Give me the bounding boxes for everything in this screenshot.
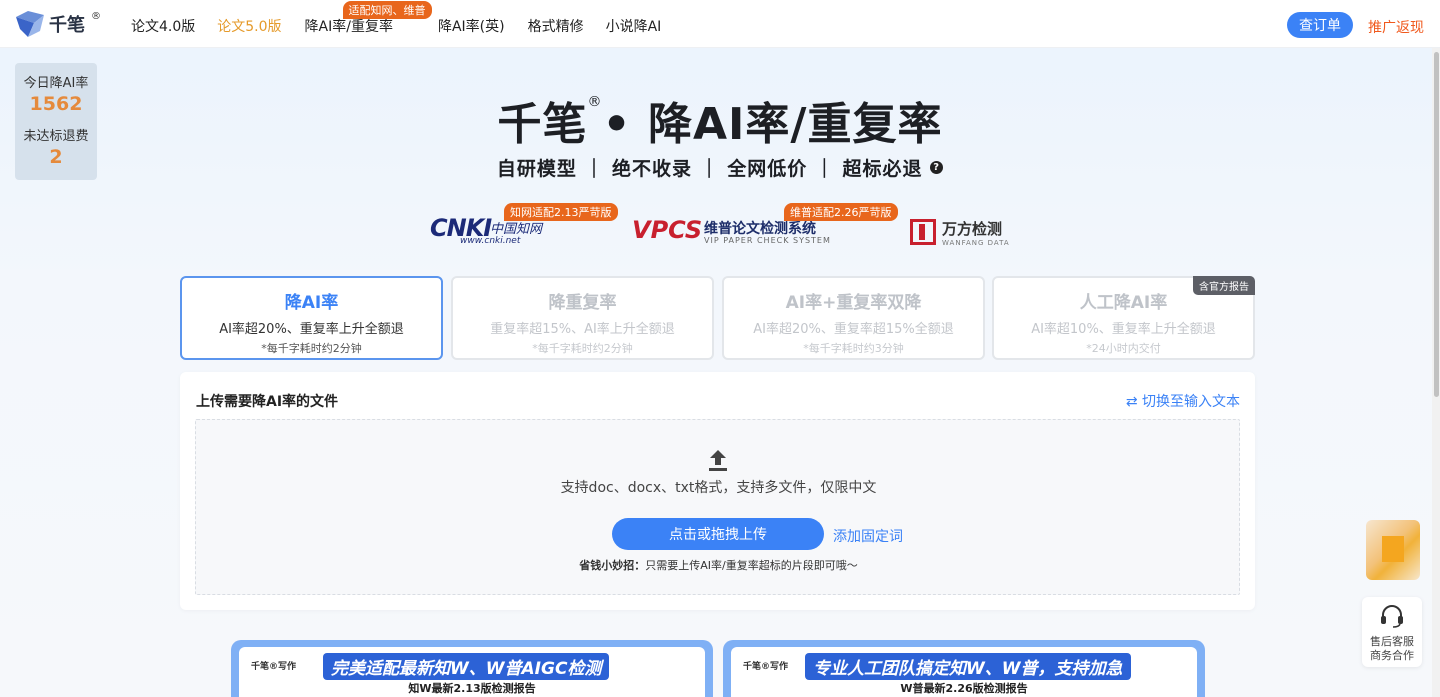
upload-icon [709, 450, 727, 471]
vpcs-cn-name: 维普论文检测系统 [704, 221, 816, 237]
tip-label: 省钱小妙招： [579, 559, 646, 572]
wanfang-cn-name: 万方检测 [942, 219, 1003, 238]
banner-subline: 知W最新2.13版检测报告 [408, 682, 536, 695]
nav-item-paper-v4[interactable]: 论文4.0版 [131, 16, 195, 36]
check-orders-button[interactable]: 查订单 [1287, 12, 1353, 38]
vpcs-mark: VPCS [632, 216, 703, 244]
saving-tip: 省钱小妙招：只需要上传AI率/重复率超标的片段即可哦～ [196, 557, 1241, 573]
scrollbar-thumb[interactable] [1434, 52, 1439, 397]
mode-card-manual[interactable]: 含官方报告 人工降AI率 AI率超10%、重复率上升全额退 *24小时内交付 [992, 276, 1255, 360]
banner-logo: 千笔®写作 [743, 662, 789, 672]
headset-icon [1381, 605, 1403, 628]
mode-card-reduce-dup[interactable]: 降重复率 重复率超15%、AI率上升全额退 *每千字耗时约2分钟 [451, 276, 714, 360]
page-title: 千笔®• 降AI率/重复率 [0, 88, 1440, 152]
add-fixed-words-link[interactable]: 添加固定词 [833, 526, 903, 546]
title-brand: 千笔 [497, 99, 588, 150]
partner-logo-wanfang: 万方检测 WANFANG DATA [910, 217, 1010, 247]
wanfang-en-name: WANFANG DATA [942, 238, 1010, 247]
logo-text: 千笔 [49, 15, 85, 36]
upload-title: 上传需要降AI率的文件 [196, 394, 339, 410]
promo-banner-1[interactable]: 千笔®写作 完美适配最新知W、W普AIGC检测 知W最新2.13版检测报告 [231, 640, 713, 697]
mode-note: *每千字耗时约2分钟 [261, 342, 362, 355]
official-report-tag: 含官方报告 [1193, 276, 1255, 295]
promo-banner-2[interactable]: 千笔®写作 专业人工团队搞定知W、W普，支持加急 W普最新2.26版检测报告 [723, 640, 1205, 697]
nav-item-reduce-ai-label: 降AI率/重复率 [304, 19, 393, 35]
vpcs-en-name: VIP PAPER CHECK SYSTEM [704, 236, 831, 245]
nav-badge-compat: 适配知网、维普 [342, 1, 432, 19]
promo-link[interactable]: 推广返现 [1368, 17, 1424, 37]
banner-subline: W普最新2.26版检测报告 [900, 682, 1028, 695]
mode-note: *每千字耗时约2分钟 [532, 342, 633, 355]
nav-item-paper-v5[interactable]: 论文5.0版 [217, 16, 281, 36]
wanfang-logo-icon [910, 219, 936, 245]
mode-card-dual[interactable]: AI率+重复率双降 AI率超20%、重复率超15%全额退 *每千字耗时约3分钟 [722, 276, 985, 360]
file-dropzone[interactable]: 支持doc、docx、txt格式，支持多文件，仅限中文 点击或拖拽上传 添加固定… [195, 419, 1240, 595]
vpcs-badge: 维普适配2.26严苛版 [784, 203, 898, 221]
upload-panel: 上传需要降AI率的文件 ⇄ 切换至输入文本 支持doc、docx、txt格式，支… [180, 372, 1255, 610]
mode-desc: AI率超20%、重复率超15%全额退 [753, 322, 954, 337]
switch-to-text-link[interactable]: ⇄ 切换至输入文本 [1126, 391, 1240, 411]
mode-card-reduce-ai[interactable]: 降AI率 AI率超20%、重复率上升全额退 *每千字耗时约2分钟 [180, 276, 443, 360]
mode-title: AI率+重复率双降 [785, 293, 922, 313]
partner-logo-vpcs: VPCS 维普论文检测系统 VIP PAPER CHECK SYSTEM 维普适… [632, 203, 898, 250]
banner-headline: 专业人工团队搞定知W、W普，支持加急 [805, 653, 1131, 680]
mode-desc: AI率超20%、重复率上升全额退 [219, 322, 404, 337]
mode-note: *24小时内交付 [1086, 342, 1161, 355]
banner-logo: 千笔®写作 [251, 662, 297, 672]
logo-icon [16, 11, 44, 37]
help-icon[interactable]: ? [930, 161, 944, 174]
wanfang-text: 万方检测 WANFANG DATA [942, 218, 1010, 247]
banner-inner: 千笔®写作 完美适配最新知W、W普AIGC检测 知W最新2.13版检测报告 [239, 647, 705, 697]
cnki-url: www.cnki.net [460, 236, 521, 246]
logo[interactable]: 千笔 ® [14, 9, 101, 39]
service-label: 售后客服 [1370, 635, 1414, 648]
title-reg: ® [587, 94, 603, 110]
mode-title: 降AI率 [284, 293, 339, 313]
nav-item-novel[interactable]: 小说降AI [606, 16, 662, 36]
business-label: 商务合作 [1370, 649, 1414, 662]
upload-button[interactable]: 点击或拖拽上传 [612, 518, 824, 550]
nav-item-format[interactable]: 格式精修 [528, 16, 584, 36]
customer-service-widget[interactable]: 售后客服 商务合作 [1362, 597, 1422, 667]
mode-title: 降重复率 [548, 293, 617, 313]
mode-desc: AI率超10%、重复率上升全额退 [1031, 322, 1216, 337]
nav-item-reduce-ai[interactable]: 降AI率/重复率 适配知网、维普 [304, 1, 432, 36]
upload-hint: 支持doc、docx、txt格式，支持多文件，仅限中文 [560, 480, 877, 496]
page-subtitle: 自研模型 ｜ 绝不收录 ｜ 全网低价 ｜ 超标必退 ? [0, 154, 1440, 181]
mode-note: *每千字耗时约3分钟 [803, 342, 904, 355]
top-header: 千笔 ® 论文4.0版 论文5.0版 降AI率/重复率 适配知网、维普 降AI率… [0, 0, 1440, 48]
main-nav: 论文4.0版 论文5.0版 降AI率/重复率 适配知网、维普 降AI率(英) 格… [131, 1, 662, 36]
tip-text: 只需要上传AI率/重复率超标的片段即可哦～ [645, 559, 858, 572]
partner-logo-cnki: CNKI 中国知网 www.cnki.net 知网适配2.13严苛版 [430, 203, 618, 248]
nav-item-reduce-ai-en[interactable]: 降AI率(英) [438, 16, 505, 36]
floating-promo-image[interactable] [1366, 520, 1420, 580]
mode-desc: 重复率超15%、AI率上升全额退 [490, 322, 675, 337]
subtitle-text: 自研模型 ｜ 绝不收录 ｜ 全网低价 ｜ 超标必退 [496, 158, 923, 180]
logo-reg-mark: ® [91, 10, 101, 22]
title-rest: • 降AI率/重复率 [602, 99, 943, 150]
banner-headline: 完美适配最新知W、W普AIGC检测 [323, 653, 610, 680]
banner-inner: 千笔®写作 专业人工团队搞定知W、W普，支持加急 W普最新2.26版检测报告 [731, 647, 1197, 697]
cnki-badge: 知网适配2.13严苛版 [504, 203, 618, 221]
